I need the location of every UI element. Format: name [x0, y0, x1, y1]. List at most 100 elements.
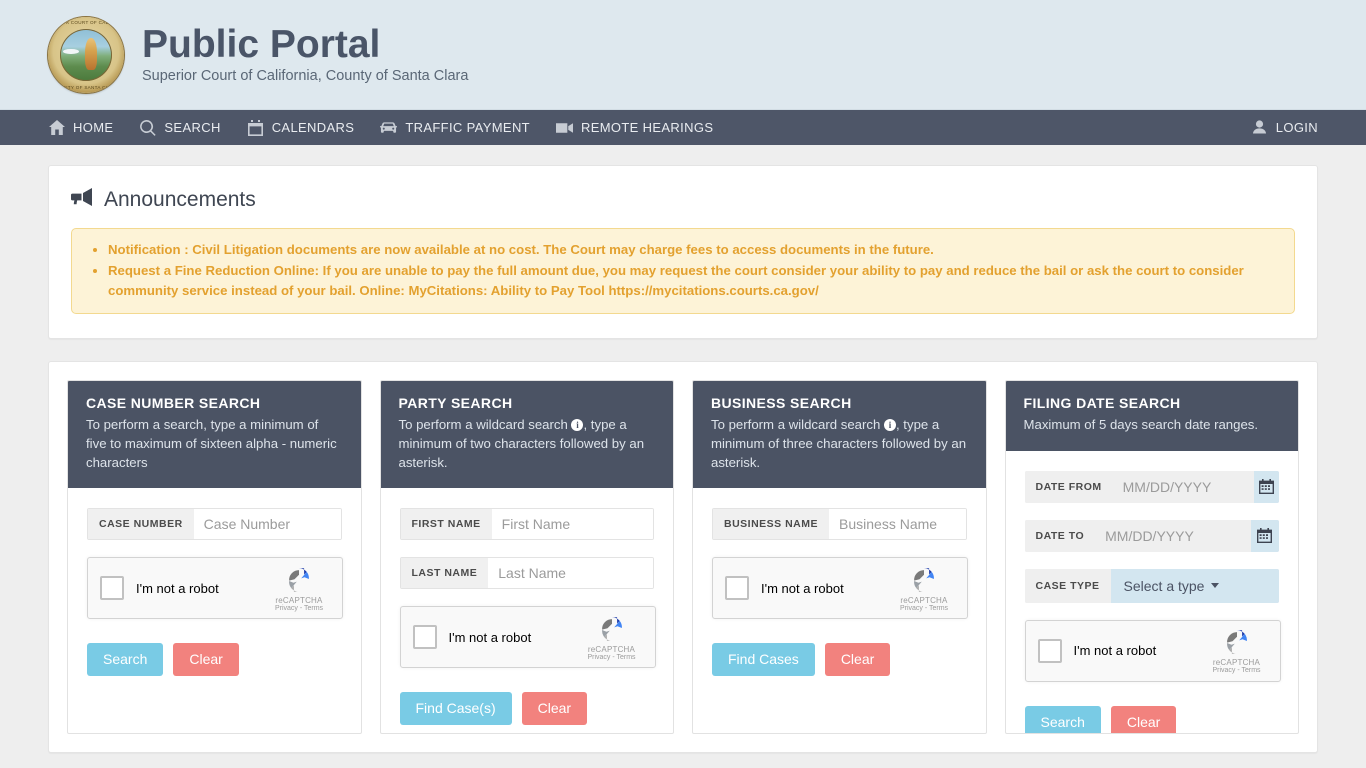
last-name-input[interactable] [488, 558, 653, 589]
recaptcha-label: I'm not a robot [1073, 643, 1157, 659]
case-number-card-body: CASE NUMBER I'm not a robot [68, 488, 361, 733]
date-to-field: DATE TO [1024, 519, 1279, 552]
site-header: SUPERIOR COURT OF CALIFORNIA COUNTY OF S… [0, 0, 1366, 110]
recaptcha-widget[interactable]: I'm not a robot reCAPTCHA Privacy - Term… [712, 557, 968, 620]
case-type-dropdown[interactable]: Select a type [1110, 568, 1279, 603]
announcement-item: Notification : Civil Litigation document… [108, 240, 1278, 260]
case-type-selected-value: Select a type [1123, 577, 1205, 594]
recaptcha-checkbox[interactable] [412, 625, 437, 650]
recaptcha-logo-icon [1222, 627, 1252, 657]
main-navigation: HOME SEARCH CALENDARS TRAFFIC PAYMENT RE [0, 110, 1366, 145]
filing-date-search-card: FILING DATE SEARCH Maximum of 5 days sea… [1004, 380, 1299, 735]
business-card-body: BUSINESS NAME I'm not a robot [693, 488, 986, 733]
nav-item-home[interactable]: HOME [48, 120, 113, 136]
date-from-input[interactable] [1112, 470, 1254, 503]
party-description-before: To perform a wildcard search [398, 417, 568, 433]
announcements-title: Announcements [104, 188, 256, 211]
car-icon [380, 120, 398, 136]
nav-item-remote-hearings[interactable]: REMOTE HEARINGS [555, 120, 713, 136]
filing-date-card-header: FILING DATE SEARCH Maximum of 5 days sea… [1005, 381, 1298, 451]
party-card-header: PARTY SEARCH To perform a wildcard searc… [380, 381, 673, 489]
recaptcha-label: I'm not a robot [448, 629, 532, 645]
search-panel: CASE NUMBER SEARCH To perform a search, … [48, 361, 1318, 754]
info-icon[interactable]: i [883, 419, 896, 432]
court-seal-logo: SUPERIOR COURT OF CALIFORNIA COUNTY OF S… [48, 16, 124, 93]
recaptcha-terms: Privacy - Terms [1212, 667, 1261, 675]
nav-item-login[interactable]: LOGIN [1251, 120, 1318, 136]
recaptcha-checkbox[interactable] [1037, 638, 1062, 663]
announcements-panel: Announcements Notification : Civil Litig… [48, 165, 1318, 340]
party-card-body: FIRST NAME LAST NAME I'm not a robot [381, 488, 674, 733]
home-icon [48, 120, 65, 136]
recaptcha-label: I'm not a robot [761, 580, 844, 596]
recaptcha-logo-icon [597, 614, 627, 644]
seal-bottom-text: COUNTY OF SANTA CLARA [53, 84, 119, 90]
business-name-input[interactable] [829, 509, 966, 540]
recaptcha-brand: reCAPTCHA Privacy - Terms [893, 565, 955, 612]
recaptcha-widget[interactable]: I'm not a robot reCAPTCHA Privacy - Term… [1024, 619, 1281, 682]
case-number-clear-button[interactable]: Clear [173, 643, 239, 677]
recaptcha-logo-icon [284, 565, 314, 595]
announcements-header: Announcements [71, 188, 1295, 212]
nav-item-calendars[interactable]: CALENDARS [247, 119, 355, 136]
business-card-title: BUSINESS SEARCH [711, 395, 852, 412]
recaptcha-brand-name: reCAPTCHA [275, 595, 323, 605]
nav-label-traffic-payment: TRAFFIC PAYMENT [405, 120, 530, 135]
first-name-input[interactable] [491, 509, 653, 540]
case-number-card-description: To perform a search, type a minimum of f… [86, 417, 337, 470]
nav-items-group: HOME SEARCH CALENDARS TRAFFIC PAYMENT RE [48, 119, 713, 136]
date-to-field-label: DATE TO [1024, 519, 1096, 552]
business-clear-button[interactable]: Clear [824, 643, 891, 677]
filing-date-clear-button[interactable]: Clear [1110, 705, 1177, 734]
recaptcha-checkbox[interactable] [100, 576, 124, 601]
announcements-alert: Notification : Civil Litigation document… [71, 228, 1295, 315]
recaptcha-terms: Privacy - Terms [587, 653, 636, 661]
party-buttons: Find Case(s) Clear [399, 692, 655, 726]
search-icon [139, 119, 156, 136]
megaphone-icon [71, 188, 93, 212]
nav-label-calendars: CALENDARS [271, 120, 355, 135]
party-search-card: PARTY SEARCH To perform a wildcard searc… [379, 380, 674, 735]
date-from-calendar-icon[interactable] [1253, 470, 1279, 503]
recaptcha-terms: Privacy - Terms [274, 604, 324, 612]
party-card-description: To perform a wildcard search i, type a m… [399, 416, 656, 472]
page-title: Public Portal [142, 22, 381, 66]
page-subtitle: Superior Court of California, County of … [142, 68, 469, 85]
recaptcha-brand-name: reCAPTCHA [900, 595, 948, 605]
recaptcha-logo-icon [909, 565, 939, 595]
case-type-field: CASE TYPE Select a type [1024, 568, 1279, 603]
nav-item-search[interactable]: SEARCH [139, 119, 221, 136]
business-card-description: To perform a wildcard search i, type a m… [711, 416, 968, 472]
business-name-field-label: BUSINESS NAME [713, 509, 830, 540]
brand-block: Public Portal Superior Court of Californ… [142, 22, 469, 85]
last-name-field-label: LAST NAME [400, 558, 489, 589]
nav-label-search: SEARCH [164, 120, 221, 135]
filing-date-card-description: Maximum of 5 days search date ranges. [1023, 417, 1259, 433]
business-name-field: BUSINESS NAME [712, 508, 967, 541]
case-number-input[interactable] [193, 509, 341, 540]
recaptcha-brand: reCAPTCHA Privacy - Terms [1206, 627, 1268, 674]
filing-date-search-button[interactable]: Search [1024, 705, 1101, 734]
case-number-search-button[interactable]: Search [87, 643, 164, 677]
first-name-field: FIRST NAME [399, 508, 654, 541]
party-find-cases-button[interactable]: Find Case(s) [399, 692, 512, 726]
info-icon[interactable]: i [571, 419, 584, 432]
recaptcha-widget[interactable]: I'm not a robot reCAPTCHA Privacy - Term… [399, 606, 656, 669]
date-from-field: DATE FROM [1024, 470, 1279, 503]
case-number-card-header: CASE NUMBER SEARCH To perform a search, … [68, 381, 361, 489]
recaptcha-brand-name: reCAPTCHA [1212, 658, 1261, 668]
video-camera-icon [555, 120, 573, 136]
first-name-field-label: FIRST NAME [400, 509, 492, 540]
recaptcha-label: I'm not a robot [136, 580, 219, 596]
nav-label-login: LOGIN [1275, 120, 1318, 135]
date-to-input[interactable] [1095, 519, 1251, 552]
business-buttons: Find Cases Clear [712, 643, 967, 677]
business-find-cases-button[interactable]: Find Cases [712, 643, 815, 677]
nav-item-traffic-payment[interactable]: TRAFFIC PAYMENT [380, 120, 530, 136]
recaptcha-widget[interactable]: I'm not a robot reCAPTCHA Privacy - Term… [87, 557, 343, 620]
party-clear-button[interactable]: Clear [521, 692, 588, 726]
page-content: Announcements Notification : Civil Litig… [0, 145, 1366, 754]
recaptcha-checkbox[interactable] [725, 576, 749, 601]
seal-top-text: SUPERIOR COURT OF CALIFORNIA [48, 19, 124, 25]
date-to-calendar-icon[interactable] [1250, 519, 1279, 552]
